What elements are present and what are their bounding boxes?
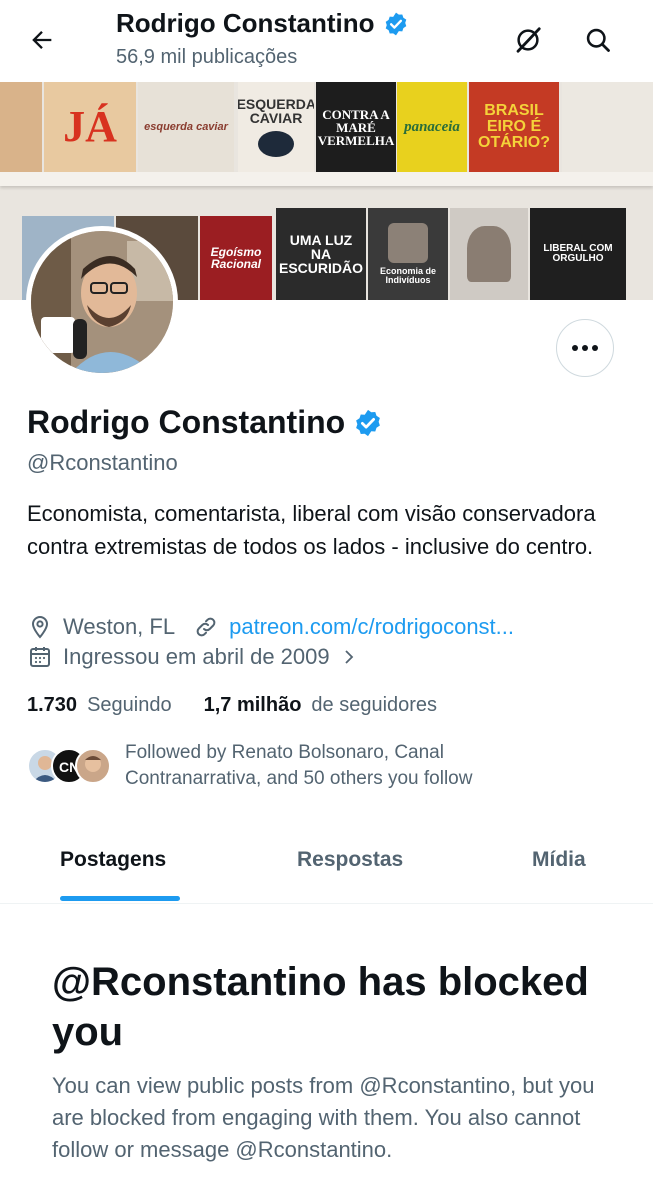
book-cover: CONTRA A MARÉ VERMELHA	[316, 82, 396, 172]
followed-by-text: Followed by Renato Bolsonaro, Canal Cont…	[125, 742, 473, 789]
more-options-button[interactable]	[556, 319, 614, 377]
header-title: Rodrigo Constantino	[116, 8, 409, 39]
profile-meta-row: Weston, FL patreon.com/c/rodrigoconst...	[27, 614, 514, 640]
book-cover: JÁ	[44, 82, 136, 172]
link-icon	[193, 614, 219, 640]
book-cover: Economia de Indivíduos	[368, 208, 448, 300]
book-cover	[450, 208, 528, 300]
tab-replies[interactable]: Respostas	[297, 848, 403, 872]
book-cover: ESQUERDA CAVIAR	[238, 82, 314, 172]
verified-badge-icon	[385, 12, 406, 35]
top-bar: Rodrigo Constantino 56,9 mil publicações	[0, 0, 653, 82]
website-link[interactable]: patreon.com/c/rodrigoconst...	[229, 614, 514, 640]
profile-avatar[interactable]	[26, 226, 178, 378]
verified-badge-icon	[356, 409, 381, 436]
active-tab-indicator	[60, 896, 180, 901]
followed-by-row[interactable]: CN Followed by Renato Bolsonaro, Canal C…	[27, 740, 555, 792]
profile-tabs: Postagens Respostas Mídia	[0, 822, 653, 904]
book-cover: Egoísmo Racional	[200, 216, 272, 300]
chevron-right-icon	[336, 644, 362, 670]
blocked-description: You can view public posts from @Rconstan…	[52, 1073, 595, 1162]
book-cover: panaceia	[397, 82, 467, 172]
search-icon[interactable]	[580, 22, 616, 58]
shelf	[0, 172, 653, 186]
location-pin-icon	[27, 614, 53, 640]
avatar	[75, 748, 111, 784]
location-text: Weston, FL	[63, 614, 176, 639]
grok-icon[interactable]	[510, 22, 546, 58]
tab-posts[interactable]: Postagens	[60, 848, 166, 872]
blocked-title: @Rconstantino has blocked you	[52, 960, 589, 1054]
calendar-icon	[27, 644, 53, 670]
following-stat[interactable]: 1.730 Seguindo	[27, 694, 172, 717]
back-arrow-icon[interactable]	[24, 22, 60, 58]
book-cover: BRASIL EIRO É OTÁRIO?	[469, 82, 559, 172]
mutual-avatars: CN	[27, 748, 113, 788]
profile-handle: @Rconstantino	[27, 450, 178, 475]
followers-stat[interactable]: 1,7 milhão de seguidores	[204, 694, 437, 717]
post-count: 56,9 mil publicações	[116, 46, 298, 68]
book-cover: UMA LUZ NA ESCURIDÃO	[276, 208, 366, 300]
tab-media[interactable]: Mídia	[532, 848, 586, 872]
join-date-text: Ingressou em abril de 2009	[63, 644, 330, 669]
follow-counts: 1.730 Seguindo 1,7 milhão de seguidores	[27, 694, 437, 717]
join-date-row[interactable]: Ingressou em abril de 2009	[27, 644, 372, 670]
book-cover: LIBERAL COM ORGULHO	[530, 208, 626, 300]
book-cover: esquerda caviar	[138, 82, 234, 172]
book-cover	[0, 82, 42, 172]
book-cover	[562, 82, 653, 172]
profile-name: Rodrigo Constantino	[27, 404, 383, 441]
profile-bio: Economista, comentarista, liberal com vi…	[27, 501, 596, 559]
